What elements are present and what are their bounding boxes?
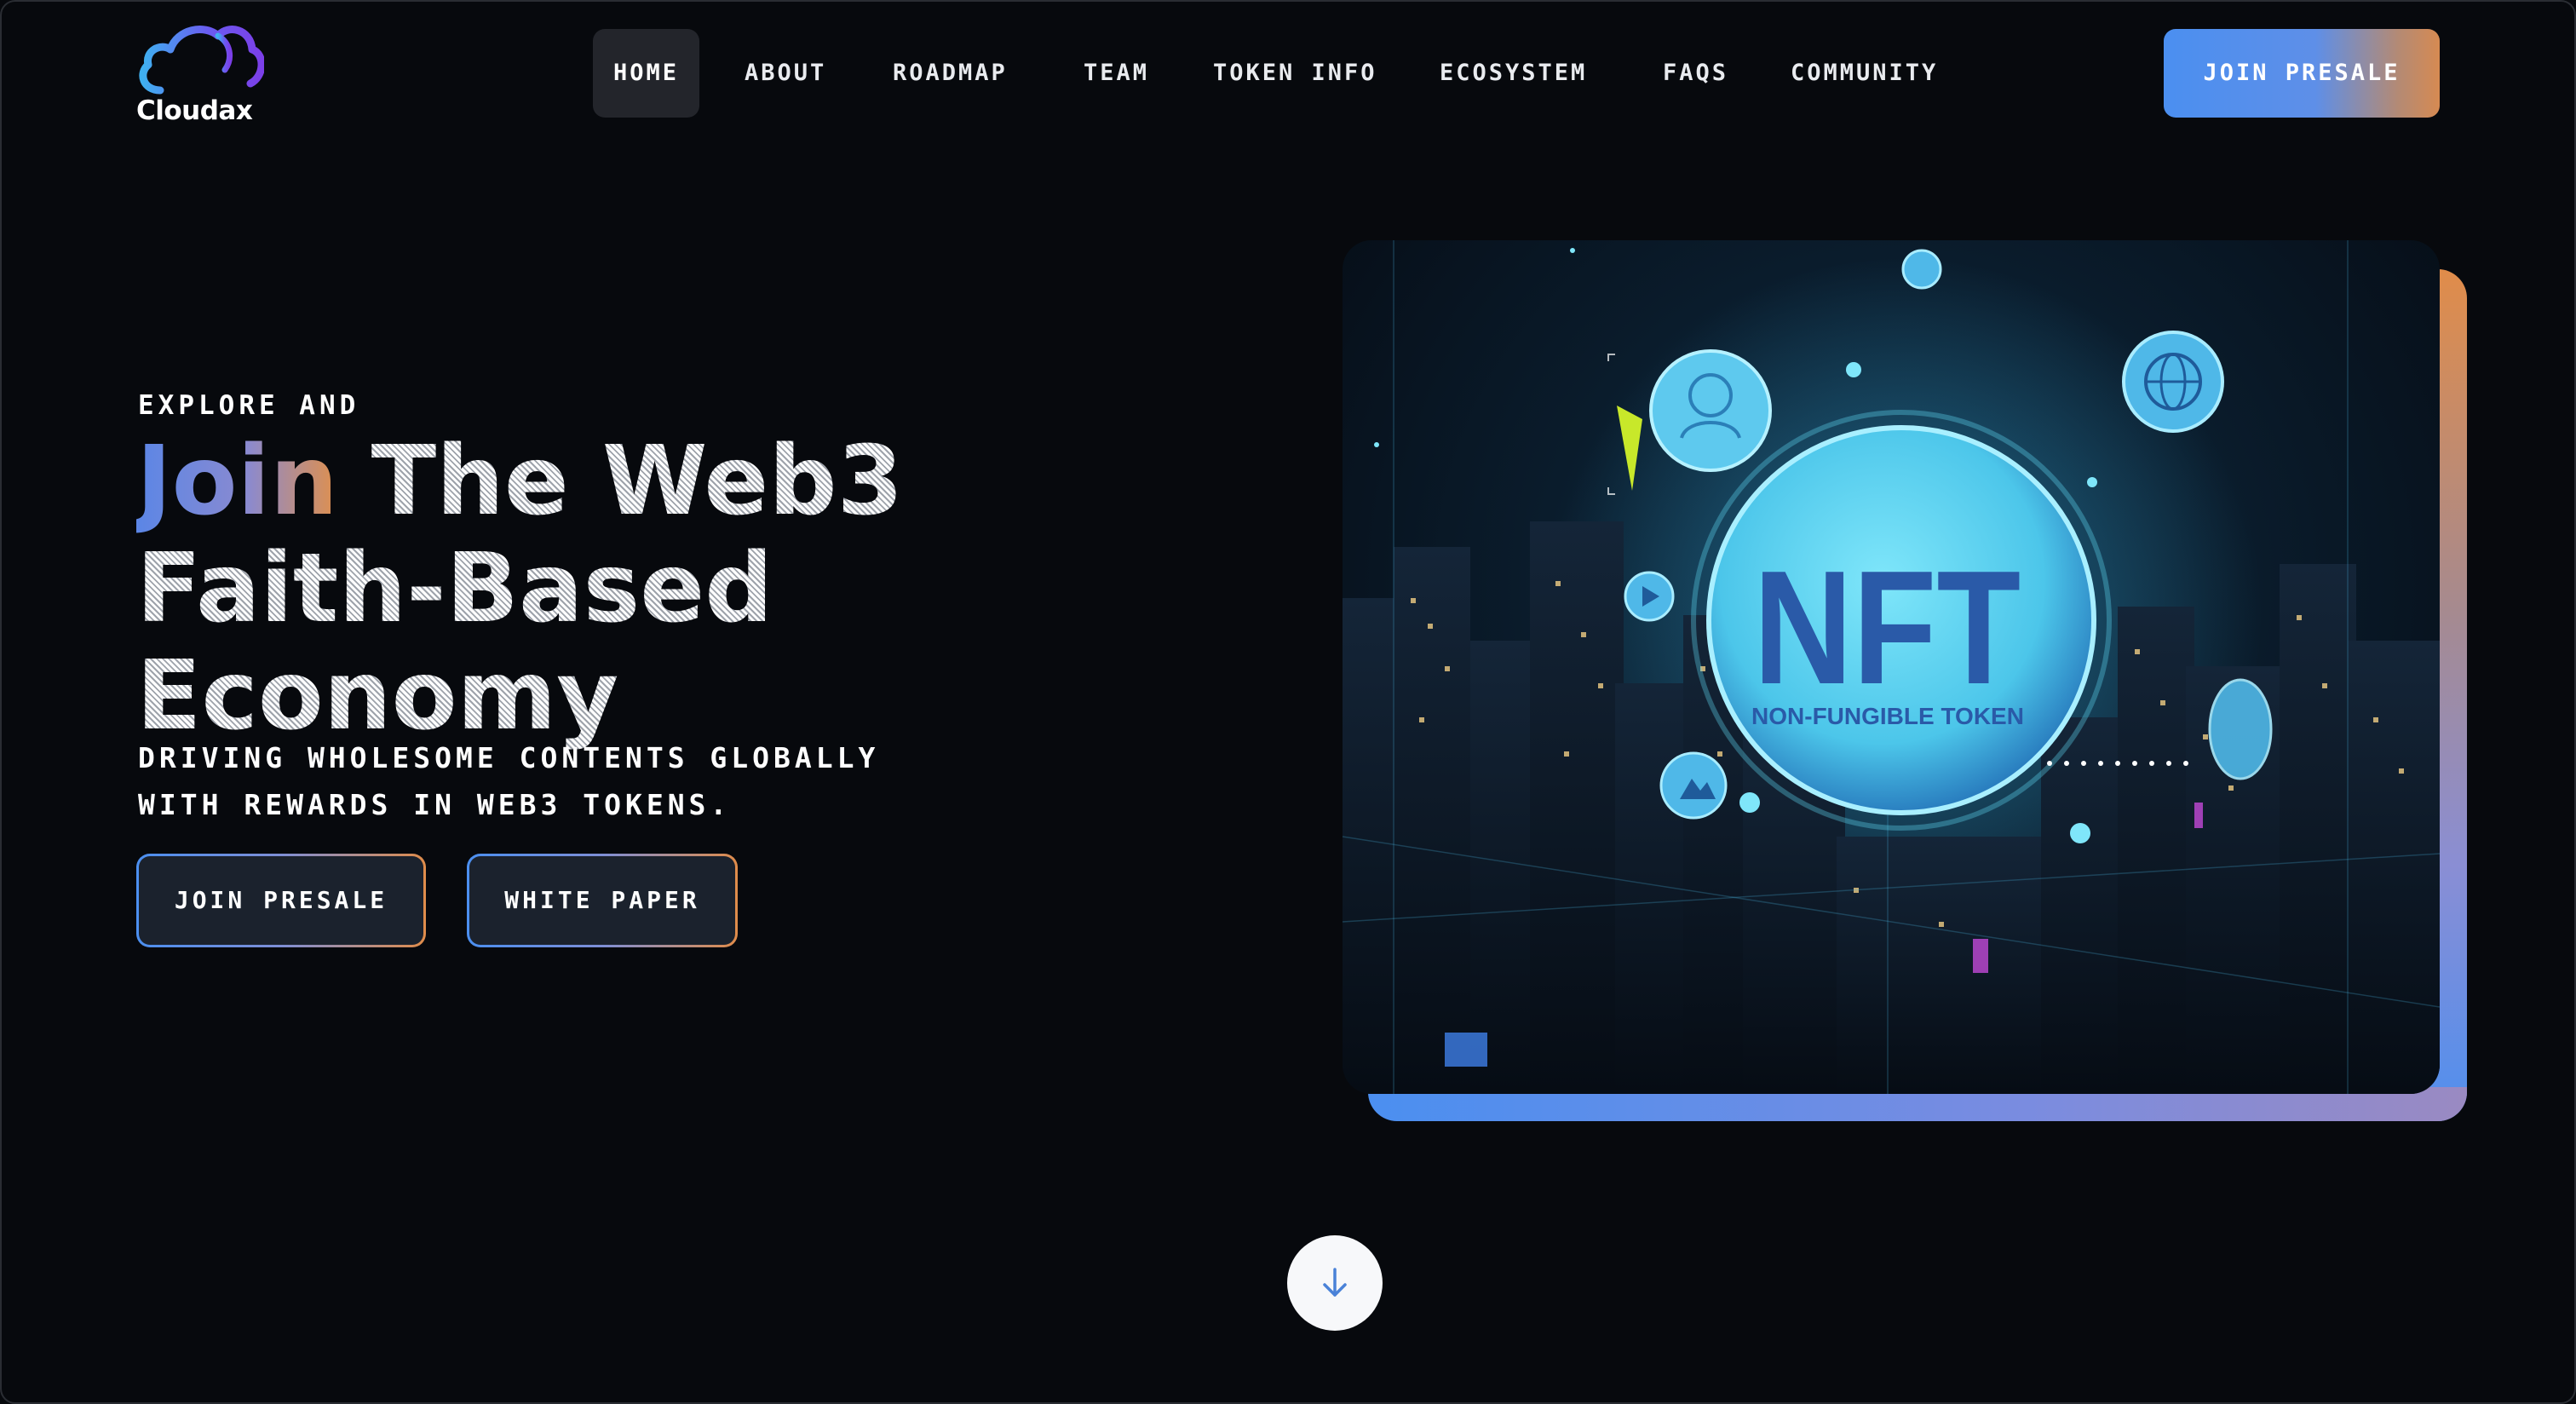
hero-headline: Join The Web3 Faith-Based Economy <box>136 428 988 750</box>
arrow-down-icon <box>1323 1268 1347 1297</box>
white-paper-button[interactable]: WHITE PAPER <box>467 854 738 947</box>
brand-logo[interactable]: Cloudax <box>136 20 264 131</box>
headline-line1: The Web3 <box>371 426 904 537</box>
nft-city-illustration: NFT NON-FUNGIBLE TOKEN <box>1343 240 2440 1094</box>
join-presale-button[interactable]: JOIN PRESALE <box>136 854 426 947</box>
nav-item-about[interactable]: ABOUT <box>745 29 826 118</box>
nav-item-team[interactable]: TEAM <box>1084 29 1149 118</box>
nav-item-faqs[interactable]: FAQS <box>1663 29 1728 118</box>
scroll-down-button[interactable] <box>1287 1235 1383 1331</box>
cloud-icon <box>139 26 264 95</box>
nav-item-roadmap[interactable]: ROADMAP <box>893 29 1008 118</box>
headline-highlight: Join <box>136 426 338 537</box>
hero-eyebrow: EXPLORE AND <box>138 390 360 421</box>
brand-name: Cloudax <box>136 95 253 126</box>
headline-line2: Faith-Based <box>136 533 773 644</box>
nav-item-home[interactable]: HOME <box>593 29 700 118</box>
svg-text:NFT: NFT <box>1753 538 2021 718</box>
white-paper-label: WHITE PAPER <box>469 856 735 945</box>
join-presale-label: JOIN PRESALE <box>139 856 423 945</box>
hero-image: NFT NON-FUNGIBLE TOKEN <box>1343 240 2440 1094</box>
nav-item-community[interactable]: COMMUNITY <box>1791 29 1938 118</box>
join-presale-nav-button[interactable]: JOIN PRESALE <box>2164 29 2440 118</box>
hero-subtext: DRIVING WHOLESOME CONTENTS GLOBALLY WITH… <box>138 741 880 821</box>
nav-item-token-info[interactable]: TOKEN INFO <box>1213 29 1377 118</box>
nav-item-ecosystem[interactable]: ECOSYSTEM <box>1440 29 1587 118</box>
svg-text:NON-FUNGIBLE TOKEN: NON-FUNGIBLE TOKEN <box>1751 703 2024 729</box>
